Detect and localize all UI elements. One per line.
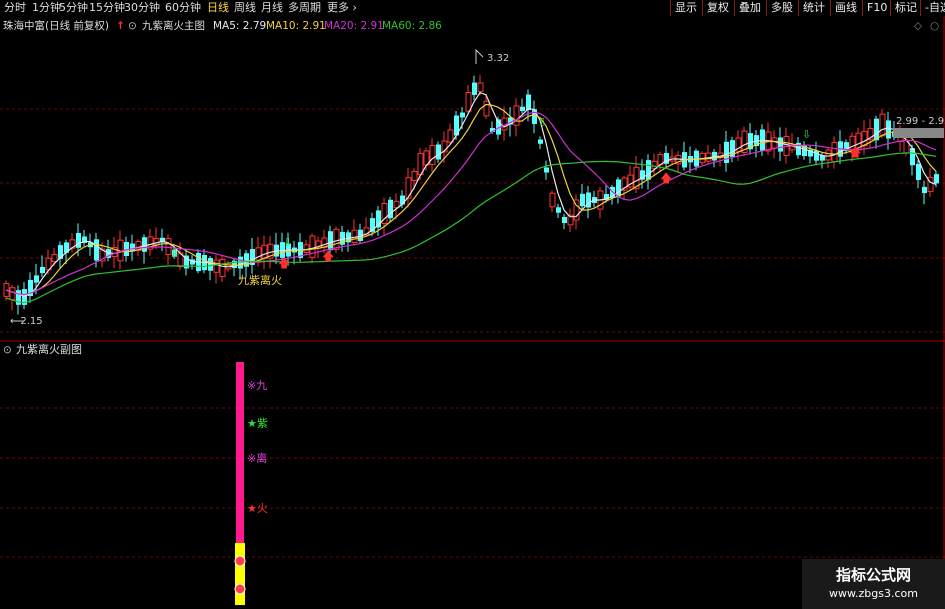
sub-panel-chevron-icon[interactable]: ⊙ bbox=[3, 343, 12, 357]
candle-body bbox=[831, 141, 838, 163]
buy-arrow-icon: 🡅 bbox=[849, 145, 861, 159]
candle-body bbox=[549, 192, 556, 208]
high-price-label: 3.32 bbox=[487, 53, 509, 64]
candle-body bbox=[34, 275, 39, 283]
buy-arrow-icon: 🡅 bbox=[278, 256, 290, 270]
kline-chart: 🡅 🡅 🡅 🡅 ⇩ ⇩ ⇩ ⇩ 3.32 ←2.15 2.99 - 2.95 九… bbox=[0, 16, 945, 609]
sub-char-li: ※离 bbox=[247, 451, 267, 465]
candle-body bbox=[411, 171, 418, 181]
sub-indicator-bar bbox=[234, 362, 246, 605]
candle-body bbox=[142, 237, 147, 252]
candle-body bbox=[886, 120, 891, 139]
last-price-box bbox=[893, 128, 944, 138]
candle-body bbox=[532, 109, 537, 125]
buy-arrow-icon: 🡅 bbox=[660, 171, 672, 185]
grid-lines bbox=[0, 108, 945, 558]
candle-body bbox=[934, 174, 939, 184]
candle-body bbox=[580, 193, 585, 207]
candle-body bbox=[556, 207, 561, 213]
candle-body bbox=[646, 160, 651, 180]
candle-body bbox=[76, 232, 81, 248]
ball-icon bbox=[234, 555, 246, 567]
candle-body bbox=[513, 105, 520, 126]
candle-body bbox=[40, 266, 45, 274]
candle-body bbox=[771, 137, 778, 149]
candle-body bbox=[328, 231, 333, 251]
candle-body bbox=[208, 258, 213, 271]
signal-label: 九紫离火 bbox=[238, 273, 282, 287]
candle-body bbox=[879, 113, 886, 137]
sell-arrow-icon: ⇩ bbox=[538, 116, 547, 129]
candle-body bbox=[213, 259, 220, 273]
candle-body bbox=[483, 100, 490, 117]
watermark-main: 指标公式网 bbox=[835, 566, 911, 584]
candle-body bbox=[778, 137, 783, 152]
watermark: 指标公式网 www.zbgs3.com bbox=[802, 559, 945, 609]
ma60-line bbox=[5, 152, 937, 304]
sell-arrow-icon: ⇩ bbox=[802, 128, 811, 141]
candle-body bbox=[916, 163, 921, 181]
low-price-label: ← 2.15 bbox=[10, 316, 43, 327]
candle-body bbox=[526, 94, 531, 110]
candle-body bbox=[9, 287, 16, 301]
last-price-label: 2.99 - 2.95 bbox=[896, 116, 945, 127]
candle-body bbox=[429, 145, 436, 165]
moving-average-lines bbox=[5, 91, 937, 304]
sub-char-jiu: ※九 bbox=[247, 379, 267, 392]
candle-body bbox=[219, 259, 226, 277]
candle-body bbox=[477, 82, 484, 92]
ma20-line bbox=[5, 111, 937, 296]
candle-body bbox=[520, 106, 525, 112]
candle-body bbox=[51, 253, 58, 263]
candle-body bbox=[760, 129, 765, 151]
candlesticks bbox=[3, 75, 939, 315]
ma10-line bbox=[5, 103, 937, 296]
candle-body bbox=[405, 177, 412, 199]
sub-panel-title[interactable]: 九紫离火副图 bbox=[16, 343, 82, 357]
candle-body bbox=[825, 149, 832, 161]
candle-body bbox=[472, 82, 477, 95]
candle-body bbox=[922, 186, 927, 194]
candle-body bbox=[538, 139, 543, 144]
candle-body bbox=[814, 150, 819, 161]
candle-body bbox=[562, 216, 567, 224]
candle-body bbox=[94, 239, 99, 261]
buy-arrow-icon: 🡅 bbox=[322, 249, 334, 263]
candle-body bbox=[436, 144, 441, 160]
sell-arrow-icon: ⇩ bbox=[170, 247, 179, 260]
candle-body bbox=[447, 129, 454, 143]
candle-body bbox=[261, 244, 268, 259]
sell-arrow-icon: ⇩ bbox=[283, 236, 292, 249]
sub-char-zi: ★紫 bbox=[247, 417, 268, 430]
sub-char-huo: ★火 bbox=[247, 502, 268, 515]
candle-body bbox=[460, 112, 465, 118]
candle-body bbox=[333, 228, 340, 250]
candle-body bbox=[544, 167, 549, 173]
candle-body bbox=[255, 247, 262, 261]
watermark-url: www.zbgs3.com bbox=[829, 587, 918, 600]
ball-icon bbox=[234, 583, 246, 595]
